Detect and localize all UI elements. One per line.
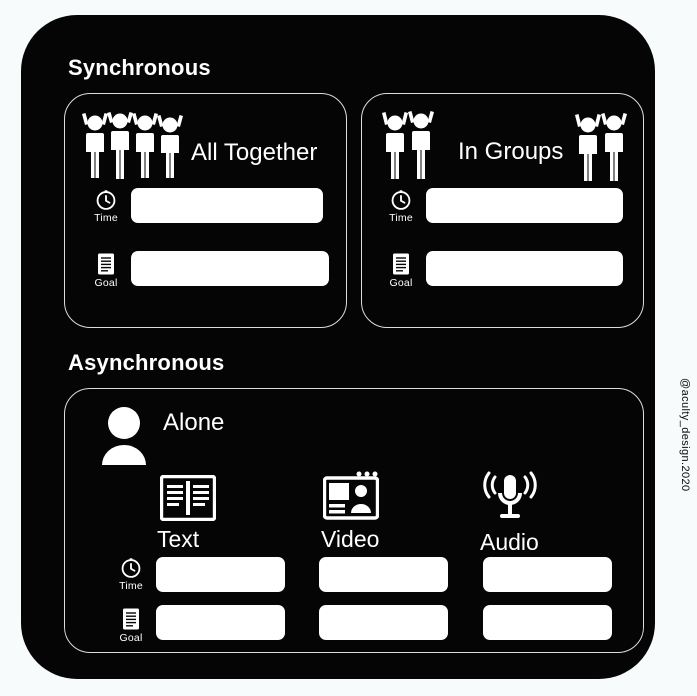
panel-label-in-groups: In Groups xyxy=(458,138,564,165)
diagram-canvas: @aculty_design.2020 Synchronous All Toge… xyxy=(0,0,697,696)
panel-all-together[interactable]: All Together Time Goal xyxy=(64,93,347,328)
panel-label-all-together: All Together xyxy=(191,139,318,166)
media-label-audio: Audio xyxy=(480,529,539,555)
row-caption-goal: Goal xyxy=(94,277,118,289)
field-all-together-time[interactable] xyxy=(131,188,323,223)
row-caption-goal: Goal xyxy=(119,632,143,644)
media-label-video: Video xyxy=(321,526,380,552)
media-label-text: Text xyxy=(157,526,200,552)
two-small-groups-icon-right xyxy=(573,112,631,182)
open-book-icon xyxy=(160,475,216,521)
clock-icon: Time xyxy=(114,557,148,592)
clock-icon: Time xyxy=(384,189,418,224)
list-document-icon: Goal xyxy=(114,607,148,644)
field-alone-audio-time[interactable] xyxy=(483,557,612,592)
row-caption-time: Time xyxy=(94,212,118,224)
clock-icon: Time xyxy=(89,189,123,224)
section-title-synchronous: Synchronous xyxy=(68,55,211,80)
section-title-asynchronous: Asynchronous xyxy=(68,350,225,375)
field-all-together-goal[interactable] xyxy=(131,251,329,286)
field-in-groups-goal[interactable] xyxy=(426,251,623,286)
credit-watermark: @aculty_design.2020 xyxy=(679,378,691,492)
group-of-four-people-icon xyxy=(79,112,189,180)
list-document-icon: Goal xyxy=(384,252,418,289)
row-caption-time: Time xyxy=(389,212,413,224)
video-window-icon xyxy=(323,471,379,521)
field-alone-text-goal[interactable] xyxy=(156,605,285,640)
field-alone-text-time[interactable] xyxy=(156,557,285,592)
two-small-groups-icon xyxy=(380,110,438,180)
field-alone-video-time[interactable] xyxy=(319,557,448,592)
row-caption-time: Time xyxy=(119,580,143,592)
panel-label-alone: Alone xyxy=(163,409,225,436)
field-in-groups-time[interactable] xyxy=(426,188,623,223)
single-person-icon xyxy=(96,403,152,465)
panel-in-groups[interactable]: In Groups Time Goal xyxy=(361,93,644,328)
list-document-icon: Goal xyxy=(89,252,123,289)
field-alone-audio-goal[interactable] xyxy=(483,605,612,640)
row-caption-goal: Goal xyxy=(389,277,413,289)
microphone-icon xyxy=(481,471,539,521)
panel-alone[interactable]: Alone Text Video Audio Time Goal xyxy=(64,388,644,653)
field-alone-video-goal[interactable] xyxy=(319,605,448,640)
